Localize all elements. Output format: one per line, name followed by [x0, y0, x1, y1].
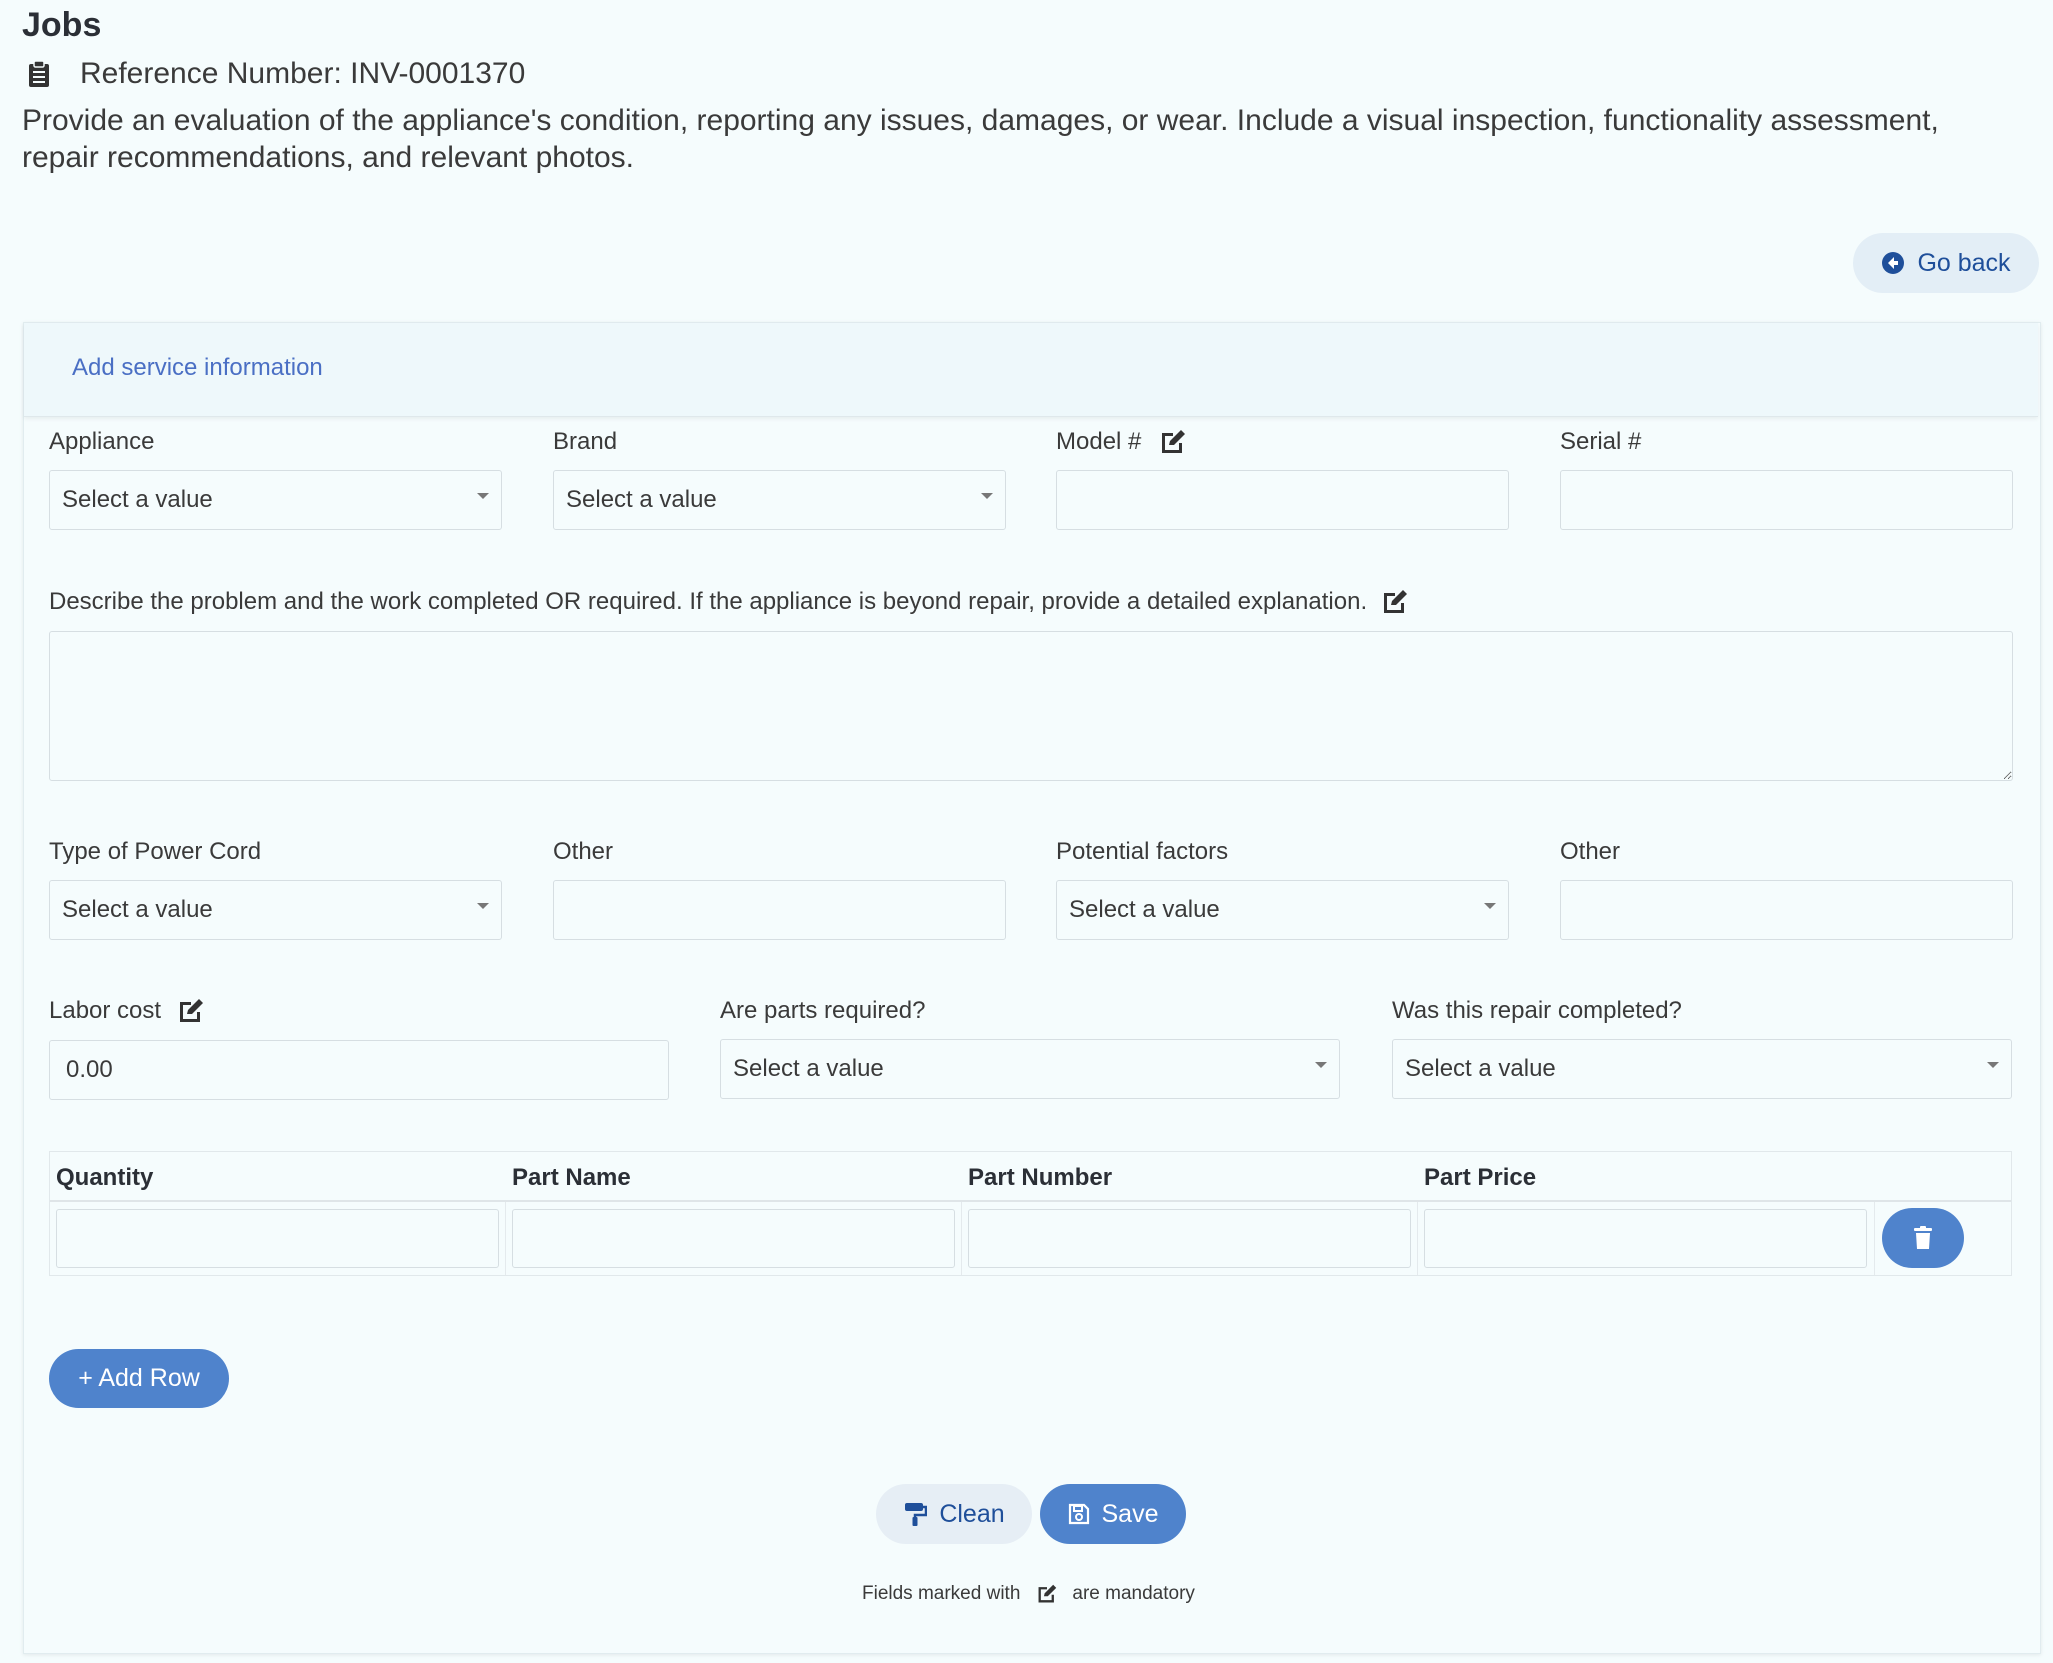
footnote-suffix: are mandatory: [1072, 1583, 1195, 1604]
delete-row-button[interactable]: [1882, 1208, 1964, 1268]
go-back-label: Go back: [1917, 248, 2011, 277]
part-name-input[interactable]: [512, 1209, 955, 1268]
edit-icon: [1162, 430, 1186, 453]
go-back-button[interactable]: Go back: [1853, 233, 2039, 293]
labor-cost-label: Labor cost: [49, 995, 205, 1027]
problem-textarea[interactable]: [49, 631, 2013, 781]
potential-factors-other-label-text: Other: [1560, 838, 1621, 865]
repair-completed-label: Was this repair completed?: [1392, 995, 1682, 1027]
parts-required-select-value: Select a value: [733, 1055, 884, 1082]
mandatory-footnote: Fields marked with are mandatory: [862, 1583, 1195, 1605]
potential-factors-other-input[interactable]: [1560, 880, 2013, 940]
part-price-input[interactable]: [1424, 1209, 1867, 1268]
chevron-down-icon: [981, 493, 993, 499]
potential-factors-select[interactable]: Select a value: [1056, 880, 1509, 940]
quantity-input[interactable]: [56, 1209, 499, 1268]
brand-label-text: Brand: [553, 428, 618, 455]
column-header-quantity: Quantity: [56, 1164, 154, 1191]
serial-label: Serial #: [1560, 427, 1641, 457]
edit-icon: [1038, 1584, 1057, 1603]
potential-factors-select-value: Select a value: [1069, 896, 1220, 923]
card-header-title: Add service information: [72, 354, 323, 381]
save-button-label: Save: [1101, 1499, 1159, 1528]
power-cord-other-label-text: Other: [553, 838, 614, 865]
serial-label-text: Serial #: [1560, 428, 1642, 455]
table-header-divider: [50, 1200, 2011, 1202]
chevron-down-icon: [477, 493, 489, 499]
card-header: [24, 323, 2038, 417]
add-row-button[interactable]: + Add Row: [49, 1349, 229, 1408]
parts-required-label-text: Are parts required?: [720, 997, 926, 1024]
chevron-down-icon: [1315, 1062, 1327, 1068]
page-title: Jobs: [22, 6, 102, 44]
potential-factors-other-label: Other: [1560, 836, 1620, 868]
brand-label: Brand: [553, 427, 617, 457]
model-input[interactable]: [1056, 470, 1509, 530]
column-header-part-number: Part Number: [968, 1164, 1113, 1191]
clipboard-icon: [29, 60, 49, 87]
chevron-down-icon: [1484, 903, 1496, 909]
labor-cost-input[interactable]: 0.00: [49, 1040, 669, 1100]
column-divider: [1417, 1202, 1418, 1275]
column-header-part-name: Part Name: [512, 1164, 631, 1191]
power-cord-other-input[interactable]: [553, 880, 1006, 940]
column-header-part-price: Part Price: [1424, 1164, 1537, 1191]
appliance-label: Appliance: [49, 427, 154, 457]
repair-completed-label-text: Was this repair completed?: [1392, 997, 1682, 1024]
chevron-down-icon: [1987, 1062, 1999, 1068]
column-divider: [505, 1202, 506, 1275]
potential-factors-label: Potential factors: [1056, 836, 1228, 868]
appliance-label-text: Appliance: [49, 428, 155, 455]
edit-icon: [1384, 590, 1408, 613]
parts-required-select[interactable]: Select a value: [720, 1039, 1340, 1099]
clean-button-label: Clean: [939, 1499, 1005, 1528]
brand-select[interactable]: Select a value: [553, 470, 1006, 530]
chevron-down-icon: [477, 903, 489, 909]
reference-number-text: Reference Number: INV-0001370: [80, 57, 526, 90]
serial-input[interactable]: [1560, 470, 2013, 530]
appliance-select[interactable]: Select a value: [49, 470, 502, 530]
clean-button[interactable]: Clean: [876, 1484, 1032, 1544]
power-cord-select[interactable]: Select a value: [49, 880, 502, 940]
paint-roller-icon: [905, 1503, 928, 1526]
save-button[interactable]: Save: [1040, 1484, 1186, 1544]
page-description: Provide an evaluation of the appliance's…: [22, 104, 1939, 174]
labor-cost-label-text: Labor cost: [49, 997, 162, 1024]
appliance-select-value: Select a value: [62, 486, 213, 513]
problem-label-text: Describe the problem and the work comple…: [49, 588, 1368, 615]
power-cord-select-value: Select a value: [62, 896, 213, 923]
problem-label: Describe the problem and the work comple…: [49, 586, 1409, 618]
reference-number: Reference Number: INV-0001370: [28, 54, 525, 94]
model-label-text: Model #: [1056, 428, 1142, 455]
repair-completed-select-value: Select a value: [1405, 1055, 1556, 1082]
trash-icon: [1914, 1226, 1932, 1249]
power-cord-label-text: Type of Power Cord: [49, 838, 262, 865]
arrow-circle-left-icon: [1882, 252, 1905, 274]
potential-factors-label-text: Potential factors: [1056, 838, 1229, 865]
column-divider: [961, 1202, 962, 1275]
part-number-input[interactable]: [968, 1209, 1411, 1268]
footnote-prefix: Fields marked with: [862, 1583, 1021, 1604]
repair-completed-select[interactable]: Select a value: [1392, 1039, 2012, 1099]
save-icon: [1068, 1503, 1089, 1525]
model-label: Model #: [1056, 427, 1187, 457]
brand-select-value: Select a value: [566, 486, 717, 513]
parts-required-label: Are parts required?: [720, 995, 925, 1027]
power-cord-other-label: Other: [553, 836, 613, 868]
labor-cost-value: 0.00: [66, 1056, 113, 1083]
edit-icon: [180, 999, 204, 1022]
column-divider: [1874, 1202, 1875, 1275]
power-cord-label: Type of Power Cord: [49, 836, 261, 868]
